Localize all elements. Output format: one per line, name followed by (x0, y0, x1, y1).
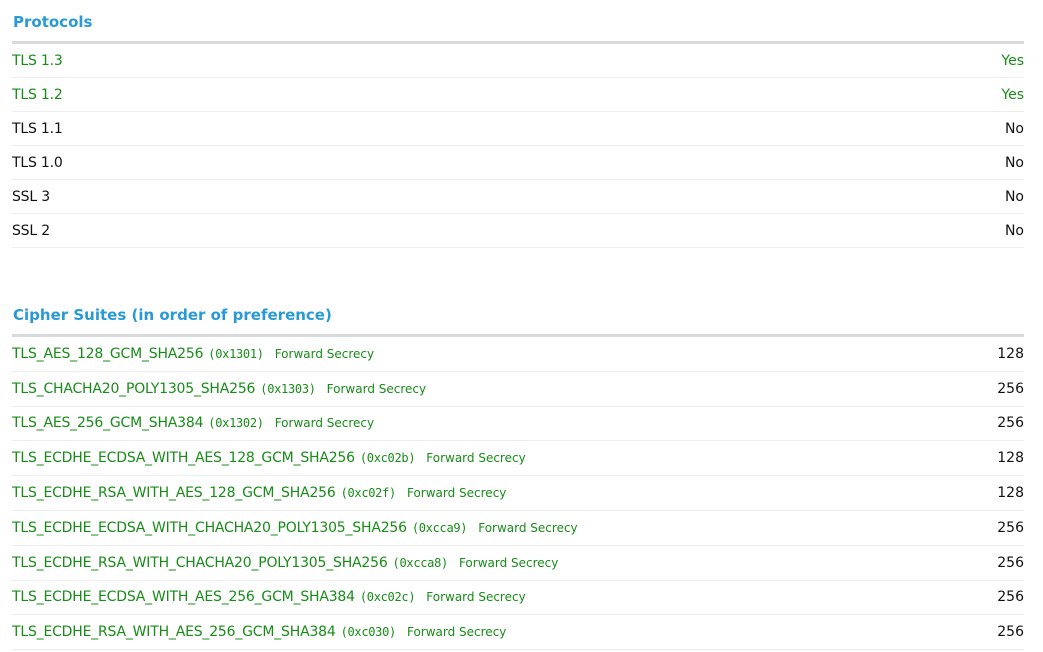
cipher-key-bits: 128 (997, 485, 1024, 502)
protocol-row: SSL 3 No (12, 180, 1024, 214)
cipher-row: TLS_ECDHE_RSA_WITH_AES_128_GCM_SHA256 (0x… (12, 476, 1024, 511)
protocol-support-value: Yes (1001, 86, 1024, 103)
forward-secrecy-badge: Forward Secrecy (326, 381, 427, 396)
protocol-name: TLS 1.0 (12, 154, 63, 171)
cipher-name: TLS_ECDHE_ECDSA_WITH_AES_256_GCM_SHA384 (12, 589, 355, 606)
protocol-row: TLS 1.2 Yes (12, 78, 1024, 112)
cipher-hex-code: (0xc030) (340, 625, 397, 640)
protocol-support-value: Yes (1001, 52, 1024, 69)
cipher-name: TLS_AES_128_GCM_SHA256 (12, 345, 204, 362)
forward-secrecy-badge: Forward Secrecy (478, 520, 578, 535)
cipher-key-bits: 256 (997, 589, 1024, 606)
cipher-label: TLS_CHACHA20_POLY1305_SHA256 (0x1303) Forw… (12, 381, 426, 397)
protocol-name: TLS 1.3 (12, 52, 63, 69)
cipher-key-bits: 256 (997, 380, 1024, 397)
cipher-hex-code: (0x1302) (208, 416, 264, 431)
forward-secrecy-badge: Forward Secrecy (406, 486, 507, 501)
protocol-row: SSL 2 No (12, 214, 1024, 248)
cipher-key-bits: 128 (997, 450, 1024, 467)
protocol-support-value: No (1004, 188, 1024, 205)
cipher-key-bits: 256 (997, 554, 1024, 571)
cipher-suites-section: Cipher Suites (in order of preference) T… (12, 304, 1024, 651)
protocol-name: TLS 1.1 (12, 120, 63, 137)
cipher-hex-code: (0xcca8) (392, 555, 449, 570)
cipher-row: TLS_ECDHE_RSA_WITH_CHACHA20_POLY1305_SHA… (12, 546, 1024, 581)
cipher-row: TLS_ECDHE_ECDSA_WITH_AES_256_GCM_SHA384 (… (12, 581, 1024, 616)
forward-secrecy-badge: Forward Secrecy (458, 555, 559, 570)
cipher-label: TLS_AES_256_GCM_SHA384 (0x1302) Forward Se… (12, 415, 374, 431)
forward-secrecy-badge: Forward Secrecy (274, 346, 375, 361)
cipher-label: TLS_ECDHE_RSA_WITH_CHACHA20_POLY1305_SHA… (12, 555, 558, 571)
cipher-suites-title: Cipher Suites (in order of preference) (13, 306, 332, 324)
cipher-key-bits: 128 (997, 345, 1024, 362)
forward-secrecy-badge: Forward Secrecy (406, 625, 507, 640)
cipher-key-bits: 256 (997, 624, 1024, 641)
cipher-row: TLS_AES_128_GCM_SHA256 (0x1301) Forward Se… (12, 337, 1024, 372)
forward-secrecy-badge: Forward Secrecy (274, 416, 375, 431)
cipher-hex-code: (0xc02b) (359, 451, 416, 466)
forward-secrecy-badge: Forward Secrecy (426, 590, 526, 605)
cipher-hex-code: (0xc02c) (359, 590, 416, 605)
cipher-row: TLS_ECDHE_RSA_WITH_AES_256_GCM_SHA384 (0x… (12, 615, 1024, 651)
protocol-row: TLS 1.1 No (12, 112, 1024, 146)
cipher-label: TLS_ECDHE_ECDSA_WITH_AES_128_GCM_SHA256 (… (12, 450, 526, 466)
protocol-support-value: No (1004, 120, 1024, 137)
cipher-hex-code: (0x1301) (208, 346, 264, 361)
cipher-key-bits: 256 (997, 519, 1024, 536)
cipher-suites-table: TLS_AES_128_GCM_SHA256 (0x1301) Forward Se… (12, 337, 1024, 651)
protocol-name: SSL 2 (12, 222, 50, 239)
cipher-name: TLS_ECDHE_ECDSA_WITH_CHACHA20_POLY1305_S… (12, 519, 407, 536)
cipher-name: TLS_ECDHE_RSA_WITH_AES_128_GCM_SHA256 (12, 485, 336, 502)
cipher-hex-code: (0xcca9) (411, 520, 468, 535)
cipher-key-bits: 256 (997, 415, 1024, 432)
cipher-hex-code: (0x1303) (260, 381, 316, 396)
cipher-row: TLS_CHACHA20_POLY1305_SHA256 (0x1303) Forw… (12, 372, 1024, 407)
protocol-name: SSL 3 (12, 188, 50, 205)
cipher-name: TLS_ECDHE_ECDSA_WITH_AES_128_GCM_SHA256 (12, 450, 355, 467)
cipher-hex-code: (0xc02f) (340, 486, 397, 501)
protocol-support-value: No (1004, 222, 1024, 239)
protocol-row: TLS 1.3 Yes (12, 44, 1024, 78)
protocols-section: Protocols TLS 1.3 Yes TLS 1.2 Yes TLS 1.1 No T… (12, 11, 1024, 248)
protocol-row: TLS 1.0 No (12, 146, 1024, 180)
cipher-name: TLS_ECDHE_RSA_WITH_CHACHA20_POLY1305_SHA… (12, 554, 388, 571)
cipher-label: TLS_ECDHE_ECDSA_WITH_AES_256_GCM_SHA384 (… (12, 589, 526, 605)
cipher-label: TLS_ECDHE_ECDSA_WITH_CHACHA20_POLY1305_S… (12, 520, 578, 536)
forward-secrecy-badge: Forward Secrecy (426, 451, 526, 466)
protocol-support-value: No (1004, 154, 1024, 171)
cipher-label: TLS_ECDHE_RSA_WITH_AES_128_GCM_SHA256 (0x… (12, 485, 506, 501)
cipher-label: TLS_ECDHE_RSA_WITH_AES_256_GCM_SHA384 (0x… (12, 624, 506, 640)
cipher-row: TLS_AES_256_GCM_SHA384 (0x1302) Forward Se… (12, 407, 1024, 442)
cipher-name: TLS_ECDHE_RSA_WITH_AES_256_GCM_SHA384 (12, 624, 336, 641)
protocols-table: TLS 1.3 Yes TLS 1.2 Yes TLS 1.1 No TLS 1.0 No SS… (12, 44, 1024, 248)
cipher-row: TLS_ECDHE_ECDSA_WITH_AES_128_GCM_SHA256 (… (12, 441, 1024, 477)
protocol-name: TLS 1.2 (12, 86, 63, 103)
cipher-label: TLS_AES_128_GCM_SHA256 (0x1301) Forward Se… (12, 346, 374, 362)
cipher-name: TLS_CHACHA20_POLY1305_SHA256 (12, 380, 256, 397)
protocols-title: Protocols (13, 13, 93, 31)
cipher-name: TLS_AES_256_GCM_SHA384 (12, 415, 204, 432)
cipher-row: TLS_ECDHE_ECDSA_WITH_CHACHA20_POLY1305_S… (12, 511, 1024, 546)
